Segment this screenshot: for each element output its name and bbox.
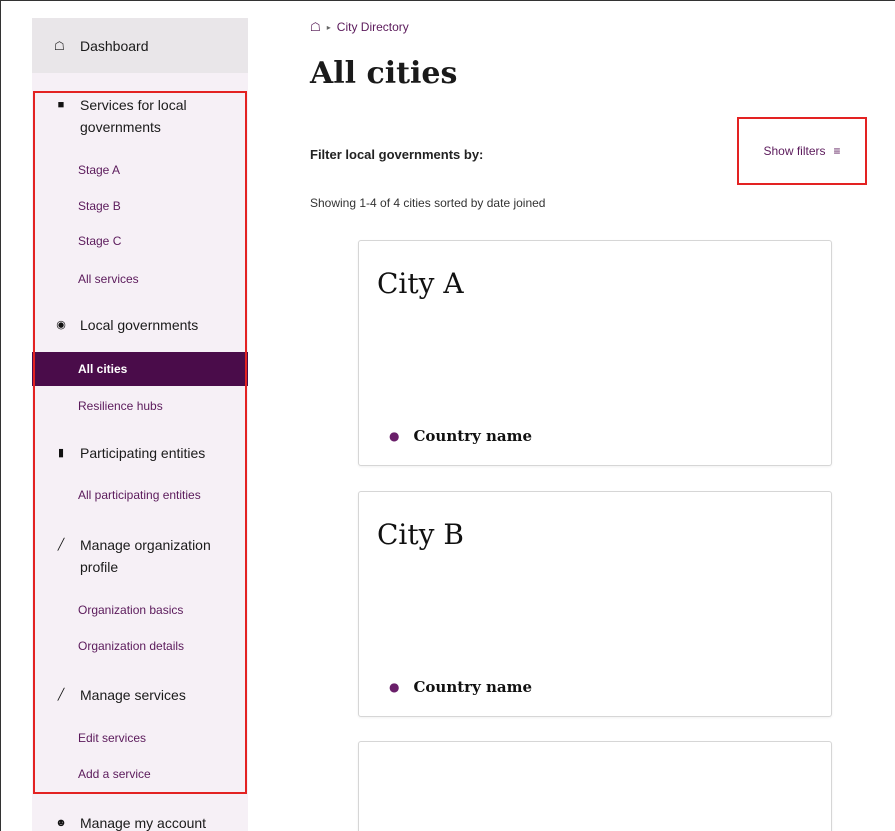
location-pin-icon: ● — [389, 429, 400, 443]
building-icon: ▮ — [57, 447, 65, 459]
sidebar-item-label: Dashboard — [80, 37, 149, 54]
sidebar-section-label: Manage services — [80, 687, 186, 703]
city-name[interactable]: City A — [377, 267, 464, 300]
breadcrumb: ☖ ▸ City Directory — [310, 20, 409, 34]
chevron-right-icon: ▸ — [326, 22, 331, 32]
pencil-icon: ╱ — [57, 539, 65, 551]
sidebar-section-label: Manage organization profile — [80, 537, 211, 575]
sidebar-item-manage-my-account[interactable]: ☻ Manage my account — [32, 812, 248, 831]
sidebar-section-manage-organization-profile[interactable]: ╱ Manage organization profile — [32, 534, 248, 578]
city-country: ● Country name — [389, 678, 532, 696]
sidebar-section-label: Local governments — [80, 317, 199, 333]
sidebar-item-all-cities[interactable]: All cities — [32, 352, 248, 386]
user-icon: ☻ — [55, 817, 67, 829]
results-summary: Showing 1-4 of 4 cities sorted by date j… — [310, 196, 546, 210]
city-card[interactable]: City B ● Country name — [358, 491, 832, 717]
show-filters-label: Show filters — [763, 144, 826, 158]
country-name: Country name — [413, 427, 533, 445]
sidebar-item-resilience-hubs[interactable]: Resilience hubs — [32, 391, 248, 421]
sidebar-section-local-governments[interactable]: ◉ Local governments — [32, 314, 248, 336]
sidebar: ☖ Dashboard ■ Services for local governm… — [32, 18, 248, 831]
sidebar-item-organization-basics[interactable]: Organization basics — [32, 595, 248, 625]
home-icon: ☖ — [54, 38, 65, 53]
city-card[interactable]: City A ● Country name — [358, 240, 832, 466]
sidebar-item-add-a-service[interactable]: Add a service — [32, 759, 248, 789]
city-country: ● Country name — [389, 427, 532, 445]
sidebar-section-label: Participating entities — [80, 445, 206, 461]
sidebar-item-all-participating-entities[interactable]: All participating entities — [32, 480, 248, 510]
show-filters-button[interactable]: Show filters ≡ — [738, 118, 866, 184]
filter-label: Filter local governments by: — [310, 147, 484, 162]
breadcrumb-current[interactable]: City Directory — [337, 20, 409, 34]
sidebar-section-manage-services[interactable]: ╱ Manage services — [32, 684, 248, 706]
sidebar-section-participating-entities[interactable]: ▮ Participating entities — [32, 442, 248, 464]
sidebar-section-label: Services for local governments — [80, 97, 187, 135]
city-name[interactable]: City B — [377, 518, 464, 551]
sidebar-item-organization-details[interactable]: Organization details — [32, 631, 248, 661]
sidebar-section-services[interactable]: ■ Services for local governments — [32, 94, 248, 138]
city-card[interactable] — [358, 741, 832, 831]
location-pin-icon: ● — [389, 680, 400, 694]
sidebar-item-label: Manage my account — [80, 815, 207, 831]
country-name: Country name — [413, 678, 533, 696]
pencil-icon: ╱ — [57, 689, 65, 701]
home-icon[interactable]: ☖ — [310, 20, 321, 34]
bag-icon: ■ — [57, 99, 65, 111]
sidebar-item-dashboard[interactable]: ☖ Dashboard — [32, 18, 248, 73]
sliders-icon: ≡ — [833, 144, 841, 158]
page-title: All cities — [310, 56, 458, 91]
sidebar-item-stage-b[interactable]: Stage B — [32, 191, 248, 221]
globe-icon: ◉ — [56, 319, 66, 331]
sidebar-item-stage-c[interactable]: Stage C — [32, 226, 248, 256]
sidebar-item-edit-services[interactable]: Edit services — [32, 723, 248, 753]
sidebar-item-all-services[interactable]: All services — [32, 264, 248, 294]
sidebar-item-stage-a[interactable]: Stage A — [32, 155, 248, 185]
